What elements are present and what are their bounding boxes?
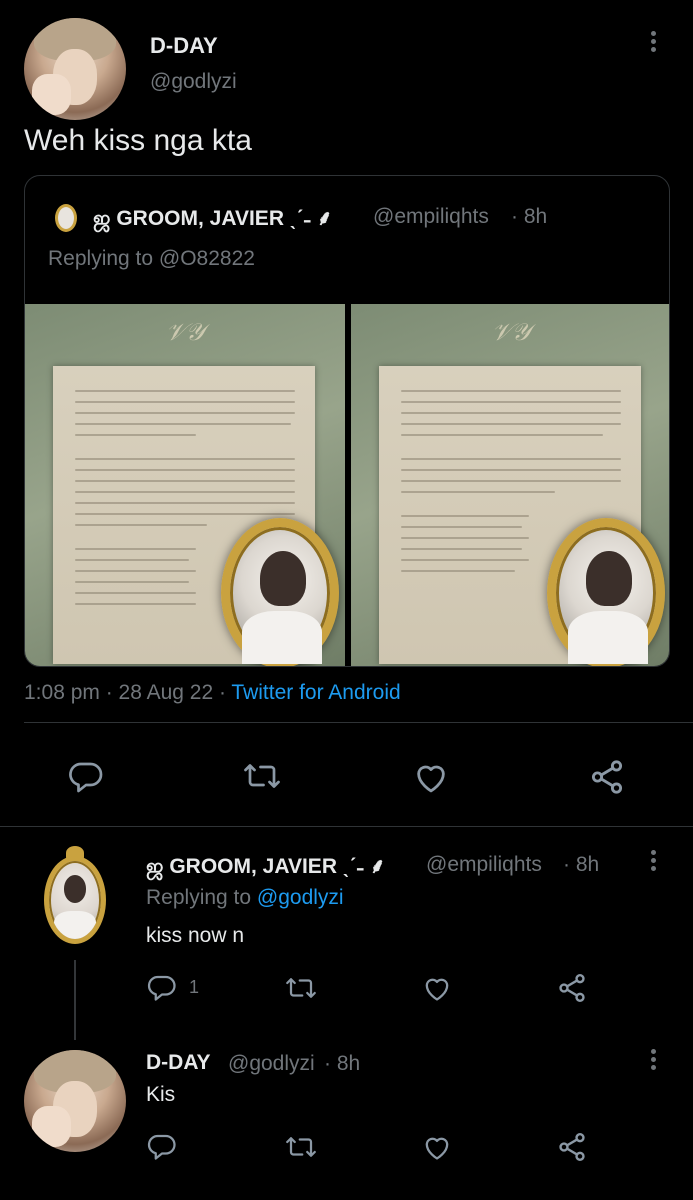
reply-icon xyxy=(147,975,176,1001)
handle[interactable]: @godlyzi xyxy=(150,70,237,94)
media-grid[interactable]: 𝒱𝒴 𝒱𝒴 xyxy=(25,304,669,666)
share-button[interactable] xyxy=(556,972,588,1004)
like-button[interactable] xyxy=(412,760,450,794)
thread-line xyxy=(74,960,76,1040)
source-link[interactable]: Twitter for Android xyxy=(231,681,400,704)
replying-label: Replying to xyxy=(146,886,257,909)
share-icon xyxy=(559,974,585,1002)
more-icon[interactable] xyxy=(651,1049,657,1073)
avatar[interactable] xyxy=(24,18,126,120)
replying-handle[interactable]: @godlyzi xyxy=(257,886,344,909)
retweet-button[interactable] xyxy=(284,973,318,1003)
retweet-button[interactable] xyxy=(242,758,282,794)
handle[interactable]: @godlyzi xyxy=(228,1052,315,1076)
like-icon xyxy=(417,765,445,793)
reply-button[interactable] xyxy=(147,1131,177,1161)
tweet-text: kiss now n xyxy=(146,924,245,947)
quoted-tweet[interactable]: ஜ GROOM, JAVIER ˎˊ˗ ⸙ @empiliqhts · 8h R… xyxy=(24,175,670,667)
more-icon[interactable] xyxy=(651,31,657,55)
quoted-age: · 8h xyxy=(511,205,548,228)
display-name[interactable]: D-DAY xyxy=(146,1051,211,1075)
retweet-icon xyxy=(286,1137,316,1157)
reply-button[interactable] xyxy=(68,758,104,794)
retweet-icon xyxy=(286,978,316,998)
share-icon xyxy=(591,760,623,794)
display-name[interactable]: ஜ GROOM, JAVIER ˎˊ˗ ⸙ xyxy=(146,852,385,881)
reply-icon xyxy=(147,1134,176,1160)
share-icon xyxy=(559,1133,585,1161)
like-icon xyxy=(425,978,449,1001)
media-image-2[interactable]: 𝒱𝒴 xyxy=(351,304,669,666)
avatar[interactable] xyxy=(44,856,106,944)
quoted-handle: @empiliqhts xyxy=(373,205,489,228)
like-icon xyxy=(425,1137,449,1160)
replying-handle: @O82822 xyxy=(158,247,255,270)
share-button[interactable] xyxy=(588,758,626,796)
more-icon[interactable] xyxy=(651,850,657,874)
replying-to: Replying to @godlyzi xyxy=(146,886,344,910)
quoted-replying-to: Replying to @O82822 xyxy=(48,247,255,271)
tweet-timestamp: 1:08 pm · 28 Aug 22 · Twitter for Androi… xyxy=(24,681,401,705)
retweet-icon xyxy=(244,764,280,788)
like-button[interactable] xyxy=(421,974,453,1002)
tweet-text: Kis xyxy=(146,1083,176,1106)
tweet-age[interactable]: · 8h xyxy=(563,853,599,877)
share-button[interactable] xyxy=(556,1131,588,1163)
timestamp-text: 1:08 pm · 28 Aug 22 · xyxy=(24,681,232,704)
avatar[interactable] xyxy=(24,1050,126,1152)
divider xyxy=(24,722,693,723)
tweet-age[interactable]: · 8h xyxy=(324,1052,360,1076)
reply-count: 1 xyxy=(189,976,200,997)
handle[interactable]: @empiliqhts xyxy=(426,853,542,877)
quoted-avatar xyxy=(55,204,77,232)
quoted-display-name: ஜ GROOM, JAVIER ˎˊ˗ ⸙ xyxy=(93,207,333,230)
retweet-button[interactable] xyxy=(284,1132,318,1162)
display-name[interactable]: D-DAY xyxy=(150,33,218,59)
media-image-1[interactable]: 𝒱𝒴 xyxy=(25,304,345,666)
replying-label: Replying to xyxy=(48,247,159,270)
like-button[interactable] xyxy=(421,1133,453,1161)
divider xyxy=(0,826,693,827)
reply-button[interactable]: 1 xyxy=(147,972,199,1002)
tweet-text: Weh kiss nga kta xyxy=(24,124,252,157)
reply-icon xyxy=(69,762,103,793)
